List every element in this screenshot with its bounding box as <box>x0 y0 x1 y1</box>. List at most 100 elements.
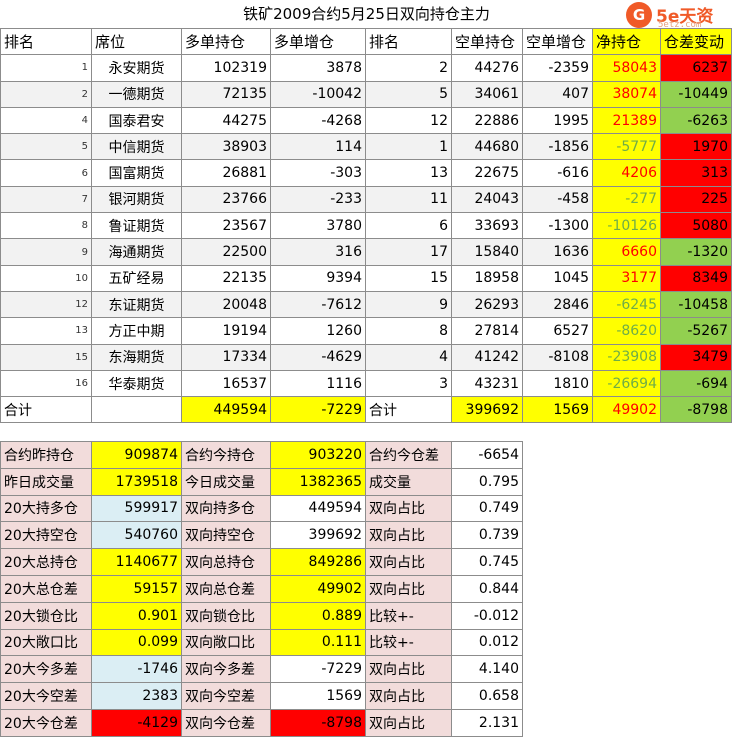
net-position: 21389 <box>592 106 661 135</box>
total-long-change: -7229 <box>270 396 366 424</box>
column-header: 净持仓 <box>592 27 661 56</box>
position-diff: 5080 <box>660 212 732 240</box>
column-header: 席位 <box>91 27 182 56</box>
stat-value: 849286 <box>270 548 366 576</box>
short-rank: 3 <box>365 369 452 398</box>
stat-value: 1569 <box>270 682 366 710</box>
short-rank: 5 <box>365 80 452 108</box>
stat-label: 昨日成交量 <box>0 467 92 496</box>
short-change: -616 <box>522 159 593 187</box>
long-change: -7612 <box>270 290 366 319</box>
stat-value: 909874 <box>91 441 182 469</box>
stat-label: 合约昨持仓 <box>0 441 92 469</box>
long-change: 316 <box>270 238 366 266</box>
stat-value: 49902 <box>270 574 366 603</box>
stat-label: 双向占比 <box>365 548 452 576</box>
stat-label: 20大今多差 <box>0 655 92 684</box>
table-row: 8 鲁证期货 23567 3780 6 33693 -1300 -10126 5080 <box>0 212 732 240</box>
short-change: -458 <box>522 185 593 214</box>
stats-row: 20大持空仓 540760 双向持空仓 399692 双向占比 0.739 <box>0 521 523 550</box>
long-position: 72135 <box>181 80 271 108</box>
position-diff: 8349 <box>660 264 732 292</box>
short-rank: 6 <box>365 212 452 240</box>
stat-label: 双向今空差 <box>181 682 271 710</box>
total-short: 399692 <box>451 396 523 424</box>
position-table: 排名 席位 多单持仓 多单增仓 排名 空单持仓 空单增仓 净持仓 仓差变动 1 永安期货 102319… <box>0 27 732 424</box>
stat-label: 双向占比 <box>365 655 452 684</box>
stat-ratio: 0.745 <box>451 548 523 576</box>
short-rank: 9 <box>365 290 452 319</box>
stat-value: -4129 <box>91 708 182 737</box>
long-rank: 16 <box>0 369 92 398</box>
short-position: 44276 <box>451 54 523 82</box>
long-change: -303 <box>270 159 366 187</box>
broker-name: 鲁证期货 <box>91 212 182 240</box>
broker-name: 永安期货 <box>91 54 182 82</box>
broker-name: 华泰期货 <box>91 369 182 398</box>
short-position: 34061 <box>451 80 523 108</box>
total-short-change: 1569 <box>522 396 593 424</box>
stat-label: 合约今持仓 <box>181 441 271 469</box>
header-row: 排名 席位 多单持仓 多单增仓 排名 空单持仓 空单增仓 净持仓 仓差变动 <box>0 27 732 56</box>
stat-value: 59157 <box>91 574 182 603</box>
stat-value: 0.111 <box>270 628 366 657</box>
short-position: 15840 <box>451 238 523 266</box>
stat-label: 双向占比 <box>365 494 452 523</box>
net-position: 6660 <box>592 238 661 266</box>
long-position: 26881 <box>181 159 271 187</box>
net-position: 38074 <box>592 80 661 108</box>
long-position: 23567 <box>181 212 271 240</box>
stat-label: 双向持空仓 <box>181 521 271 550</box>
short-position: 44680 <box>451 133 523 161</box>
broker-name: 银河期货 <box>91 185 182 214</box>
net-position: -26694 <box>592 369 661 398</box>
table-row: 5 中信期货 38903 114 1 44680 -1856 -5777 1970 <box>0 133 732 161</box>
position-diff: 225 <box>660 185 732 214</box>
position-diff: -1320 <box>660 238 732 266</box>
table-row: 13 方正中期 19194 1260 8 27814 6527 -8620 -5267 <box>0 317 732 345</box>
table-row: 16 华泰期货 16537 1116 3 43231 1810 -26694 -694 <box>0 369 732 398</box>
stat-value: 540760 <box>91 521 182 550</box>
stat-label: 成交量 <box>365 467 452 496</box>
empty-cell <box>91 396 182 424</box>
short-rank: 17 <box>365 238 452 266</box>
total-net: 49902 <box>592 396 661 424</box>
short-position: 33693 <box>451 212 523 240</box>
net-position: -277 <box>592 185 661 214</box>
total-diff: -8798 <box>660 396 732 424</box>
stat-ratio: -6654 <box>451 441 523 469</box>
stat-value: 599917 <box>91 494 182 523</box>
stat-label: 双向锁仓比 <box>181 601 271 630</box>
broker-name: 一德期货 <box>91 80 182 108</box>
stats-row: 合约昨持仓 909874 合约今持仓 903220 合约今仓差 -6654 <box>0 441 523 469</box>
long-rank: 10 <box>0 264 92 292</box>
broker-name: 东海期货 <box>91 343 182 371</box>
long-position: 22500 <box>181 238 271 266</box>
short-position: 41242 <box>451 343 523 371</box>
stat-value: 399692 <box>270 521 366 550</box>
stat-value: -8798 <box>270 708 366 737</box>
short-rank: 4 <box>365 343 452 371</box>
stat-value: 0.099 <box>91 628 182 657</box>
short-change: 407 <box>522 80 593 108</box>
table-row: 1 永安期货 102319 3878 2 44276 -2359 58043 6237 <box>0 54 732 82</box>
stats-table: 合约昨持仓 909874 合约今持仓 903220 合约今仓差 -6654 昨日成交量 173… <box>0 441 523 737</box>
stat-value: 903220 <box>270 441 366 469</box>
short-change: -8108 <box>522 343 593 371</box>
long-position: 102319 <box>181 54 271 82</box>
stats-row: 20大今空差 2383 双向今空差 1569 双向占比 0.658 <box>0 682 523 710</box>
stat-label: 20大总持仓 <box>0 548 92 576</box>
position-diff: -694 <box>660 369 732 398</box>
stat-ratio: 0.795 <box>451 467 523 496</box>
short-position: 24043 <box>451 185 523 214</box>
stat-label: 20大持空仓 <box>0 521 92 550</box>
position-diff: -10449 <box>660 80 732 108</box>
net-position: -10126 <box>592 212 661 240</box>
stat-label: 双向占比 <box>365 708 452 737</box>
net-position: -6245 <box>592 290 661 319</box>
short-rank: 1 <box>365 133 452 161</box>
net-position: -5777 <box>592 133 661 161</box>
short-position: 22675 <box>451 159 523 187</box>
stat-label: 比较+- <box>365 601 452 630</box>
long-change: -4629 <box>270 343 366 371</box>
